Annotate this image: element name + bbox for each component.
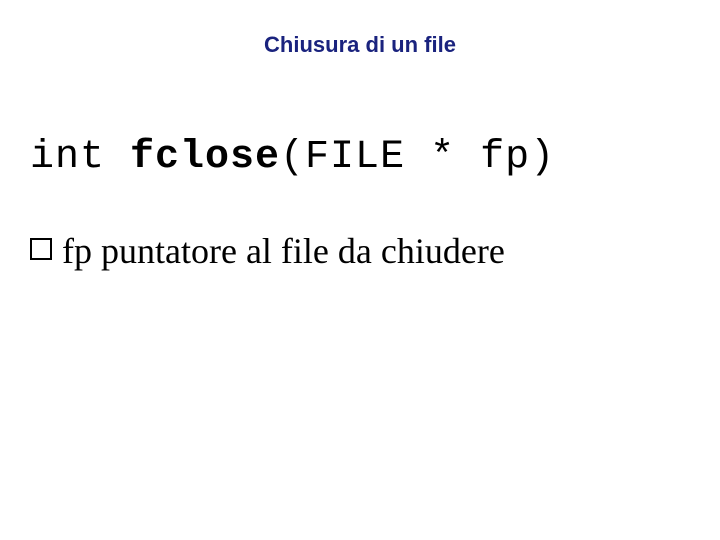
function-signature: int fclose(FILE * fp) <box>30 130 555 180</box>
bullet-text: fp puntatore al file da chiudere <box>62 230 505 272</box>
return-type: int <box>30 135 130 180</box>
slide-title: Chiusura di un file <box>0 32 720 58</box>
slide: Chiusura di un file int fclose(FILE * fp… <box>0 0 720 540</box>
square-bullet-icon <box>30 238 52 260</box>
function-name: fclose <box>130 135 280 180</box>
parameter-list: (FILE * fp) <box>280 135 555 180</box>
bullet-item: fp puntatore al file da chiudere <box>30 230 505 272</box>
